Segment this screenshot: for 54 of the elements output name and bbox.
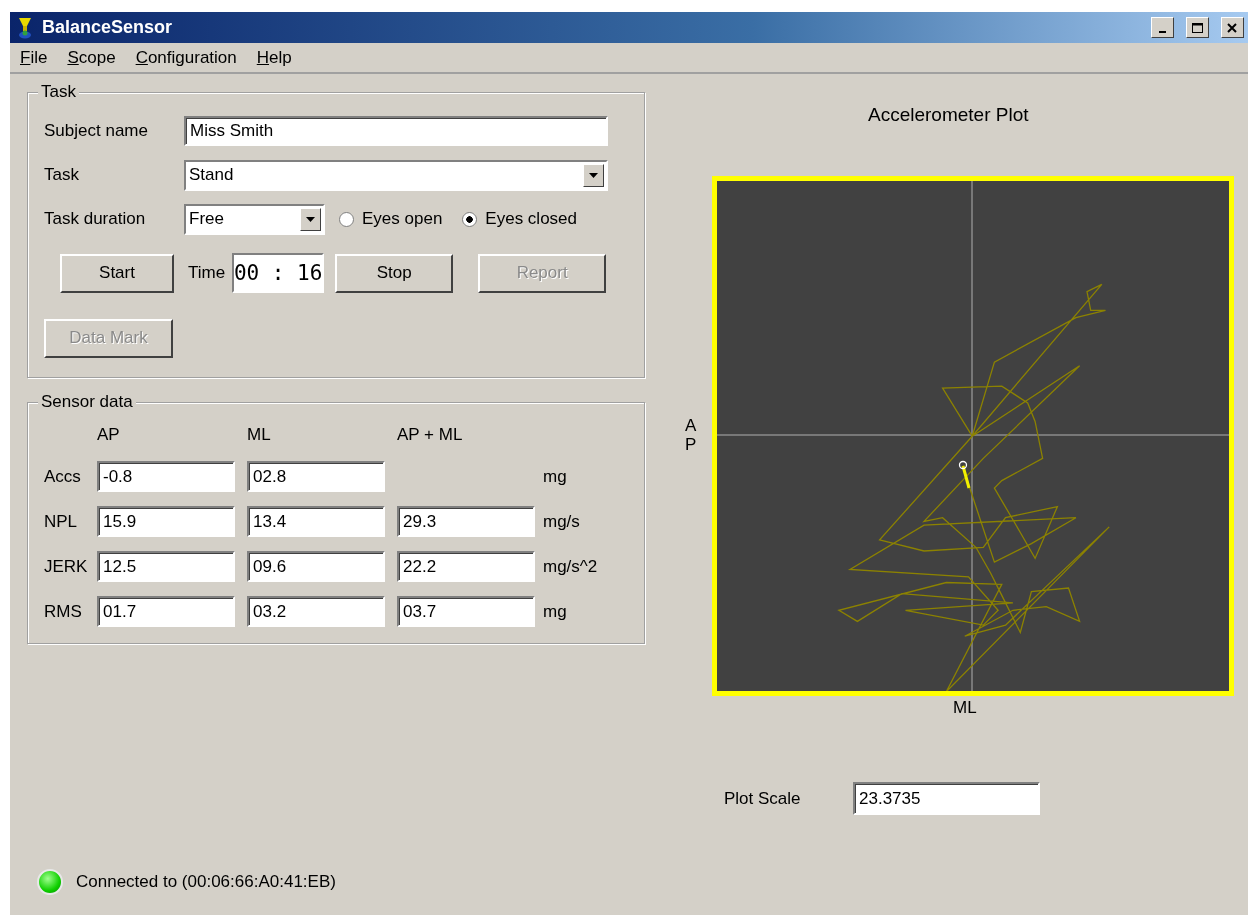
dropdown[interactable]: Stand [184, 159, 608, 191]
plot-title: Accelerometer Plot [868, 104, 1029, 126]
unit-label: mg [543, 601, 568, 622]
minimize-icon [1159, 31, 1166, 33]
row-label: JERK [44, 556, 89, 577]
radio-button[interactable]: Eyes closed [462, 209, 577, 229]
value-field[interactable]: 13.4 [247, 506, 385, 537]
value-field[interactable]: 29.3 [397, 506, 535, 537]
field-label: Plot Scale [724, 788, 802, 809]
unit-label: mg/s [543, 511, 581, 532]
menu-item[interactable]: File [20, 48, 48, 68]
time-display: 00 : 16 [232, 253, 325, 293]
row-label: Accs [44, 466, 82, 487]
value-field[interactable]: 09.6 [247, 551, 385, 582]
close-icon [1225, 20, 1240, 35]
column-header: AP + ML [397, 425, 464, 446]
value-field[interactable]: 22.2 [397, 551, 535, 582]
window-title: BalanceSensor [42, 17, 173, 38]
row-label: RMS [44, 601, 83, 622]
value-field[interactable]: 03.2 [247, 596, 385, 627]
value-field[interactable]: 12.5 [97, 551, 235, 582]
minimize-button[interactable] [1151, 17, 1174, 38]
menu-item[interactable]: Configuration [135, 48, 237, 68]
app-icon [18, 16, 32, 39]
field-label: Task [44, 165, 80, 185]
maximize-icon [1190, 20, 1205, 35]
dropdown[interactable]: Free [184, 203, 325, 235]
value-field[interactable]: 03.7 [397, 596, 535, 627]
caret-icon [306, 216, 315, 222]
value-field[interactable]: 01.7 [97, 596, 235, 627]
menu-item[interactable]: Help [256, 48, 292, 68]
value-field[interactable]: 15.9 [97, 506, 235, 537]
text-field[interactable]: Miss Smith [184, 116, 608, 146]
value-field[interactable]: 02.8 [247, 461, 385, 492]
radio-button[interactable]: Eyes open [339, 209, 443, 229]
text-field[interactable]: 23.3735 [853, 782, 1040, 815]
field-label: Subject name [44, 121, 149, 141]
button[interactable]: Start [60, 253, 174, 293]
maximize-button[interactable] [1186, 17, 1209, 38]
column-header: AP [97, 425, 121, 446]
value-field[interactable]: -0.8 [97, 461, 235, 492]
row-label: NPL [44, 511, 79, 532]
time-label: Time [188, 263, 226, 283]
button[interactable]: Stop [335, 253, 454, 293]
axis-label: AP [685, 417, 698, 455]
column-header: ML [247, 425, 272, 446]
status-text: Connected to (00:06:66:A0:41:EB) [76, 872, 336, 892]
field-label: Task duration [44, 209, 147, 229]
unit-label: mg [543, 466, 568, 487]
caret-icon [589, 172, 598, 178]
close-button[interactable] [1221, 17, 1244, 38]
axis-label: ML [953, 698, 977, 718]
menu-item[interactable]: Scope [67, 48, 116, 68]
unit-label: mg/s^2 [543, 556, 599, 577]
